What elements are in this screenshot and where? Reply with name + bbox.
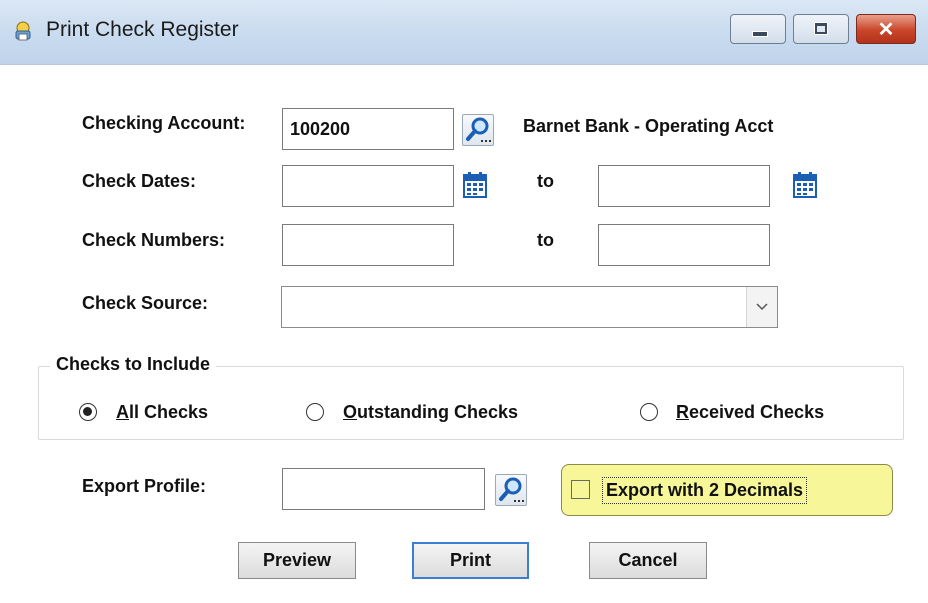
printer-icon [15, 21, 31, 41]
print-button[interactable]: Print [412, 542, 529, 579]
check-dates-label: Check Dates: [82, 171, 197, 191]
radio-all-checks-label[interactable]: All Checks [116, 402, 208, 423]
print-check-register-window: Print Check Register ✕ Checking Account:… [0, 0, 928, 603]
check-numbers-from-input[interactable] [282, 224, 454, 266]
checkbox-box[interactable] [571, 480, 590, 499]
mnemonic-letter: O [343, 402, 358, 422]
check-source-label: Check Source: [82, 293, 209, 313]
minimize-button[interactable] [730, 14, 786, 44]
checking-account-input[interactable]: 100200 [282, 108, 454, 150]
radio-received-checks[interactable] [640, 403, 658, 421]
check-dates-to-input[interactable] [598, 165, 770, 207]
radio-received-checks-label[interactable]: Received Checks [676, 402, 824, 423]
maximize-icon [814, 22, 828, 35]
maximize-button[interactable] [793, 14, 849, 44]
label-text: eceived Checks [689, 402, 825, 422]
close-icon: ✕ [877, 19, 895, 41]
export-two-decimals-checkbox[interactable]: Export with 2 Decimals [561, 464, 893, 516]
radio-selected-dot [83, 407, 92, 416]
export-profile-lookup-button[interactable] [495, 474, 527, 506]
radio-outstanding-checks[interactable] [306, 403, 324, 421]
checking-account-lookup-button[interactable] [462, 114, 494, 146]
export-profile-label: Export Profile: [82, 476, 207, 496]
export-profile-input[interactable] [282, 468, 485, 510]
title-bar: Print Check Register ✕ [0, 0, 928, 65]
checks-to-include-title: Checks to Include [50, 354, 217, 375]
calendar-icon[interactable] [463, 172, 487, 198]
radio-outstanding-checks-label[interactable]: Outstanding Checks [343, 402, 518, 423]
check-numbers-to-label: to [537, 230, 554, 250]
check-numbers-label: Check Numbers: [82, 230, 226, 250]
export-two-decimals-label[interactable]: Export with 2 Decimals [602, 477, 808, 504]
check-source-dropdown[interactable] [281, 286, 778, 328]
preview-button[interactable]: Preview [238, 542, 356, 579]
window-title: Print Check Register [46, 18, 239, 41]
close-button[interactable]: ✕ [856, 14, 916, 44]
check-numbers-to-input[interactable] [598, 224, 770, 266]
checking-account-name: Barnet Bank - Operating Acct [523, 116, 774, 136]
chevron-down-icon [756, 303, 768, 311]
calendar-icon[interactable] [793, 172, 817, 198]
checking-account-label: Checking Account: [82, 113, 246, 133]
check-dates-to-label: to [537, 171, 554, 191]
label-text: ll Checks [129, 402, 209, 422]
magnifier-icon [466, 117, 491, 142]
check-dates-from-input[interactable] [282, 165, 454, 207]
magnifier-icon [499, 477, 524, 502]
mnemonic-letter: R [676, 402, 689, 422]
mnemonic-letter: A [116, 402, 129, 422]
cancel-button[interactable]: Cancel [589, 542, 707, 579]
minimize-icon [752, 31, 768, 37]
dropdown-arrow[interactable] [746, 287, 777, 327]
radio-all-checks[interactable] [79, 403, 97, 421]
label-text: utstanding Checks [357, 402, 519, 422]
